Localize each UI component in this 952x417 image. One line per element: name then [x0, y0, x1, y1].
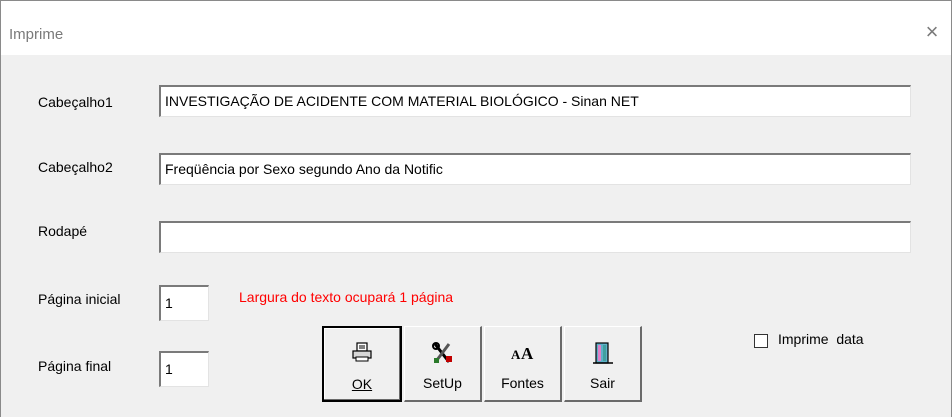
rodape-label: Rodapé — [38, 223, 88, 239]
cabecalho2-label: Cabeçalho2 — [38, 159, 113, 175]
setup-button-label: SetUp — [423, 375, 462, 391]
close-icon[interactable]: × — [919, 19, 945, 45]
fontes-button[interactable]: A A Fontes — [484, 326, 562, 402]
window-title: Imprime — [9, 26, 64, 43]
rodape-input[interactable] — [159, 221, 911, 253]
ok-button[interactable]: OK — [322, 326, 402, 402]
pagina-inicial-input[interactable]: 1 — [159, 285, 209, 321]
print-dialog: Imprime × Cabeçalho1 INVESTIGAÇÃO DE ACI… — [0, 0, 952, 417]
cabecalho2-input[interactable]: Freqüência por Sexo segundo Ano da Notif… — [159, 153, 911, 185]
ok-button-label: OK — [351, 376, 373, 392]
sair-button-label: Sair — [590, 375, 615, 391]
sair-button[interactable]: Sair — [564, 326, 642, 402]
title-bar: Imprime × — [1, 1, 951, 55]
svg-text:A: A — [521, 344, 534, 363]
svg-text:A: A — [511, 347, 521, 362]
setup-tools-icon — [405, 341, 480, 365]
cabecalho1-input[interactable]: INVESTIGAÇÃO DE ACIDENTE COM MATERIAL BI… — [159, 85, 911, 117]
fontes-button-label: Fontes — [501, 375, 544, 391]
setup-button[interactable]: SetUp — [404, 326, 482, 402]
pagina-final-input[interactable]: 1 — [159, 351, 209, 387]
width-notice: Largura do texto ocupará 1 página — [239, 289, 454, 305]
exit-door-icon — [565, 341, 640, 365]
imprime-data-label[interactable]: Imprime data — [778, 331, 864, 347]
pagina-final-label: Página final — [38, 358, 112, 374]
printer-icon — [324, 342, 400, 366]
pagina-inicial-label: Página inicial — [38, 291, 121, 307]
font-icon: A A — [485, 341, 560, 365]
cabecalho1-label: Cabeçalho1 — [38, 94, 113, 110]
imprime-data-checkbox[interactable] — [754, 334, 768, 348]
